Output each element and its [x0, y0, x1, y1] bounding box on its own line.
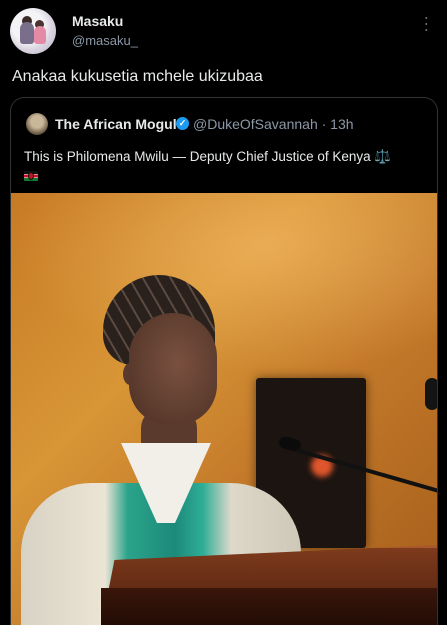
quoted-author-avatar[interactable]	[26, 113, 48, 135]
quoted-tweet[interactable]: The African Mogul ✓ @DukeOfSavannah · 13…	[10, 97, 438, 625]
photo-background	[11, 193, 437, 373]
author-name[interactable]: Masaku	[72, 13, 123, 29]
attached-photo[interactable]	[11, 193, 437, 625]
avatar-figure	[20, 22, 34, 44]
photo-microphone	[425, 378, 437, 410]
quoted-tweet-text: This is Philomena Mwilu — Deputy Chief J…	[24, 147, 429, 181]
kenya-flag-icon	[24, 171, 38, 181]
tweet[interactable]: Masaku @masaku_ ··· Anakaa kukusetia mch…	[0, 0, 447, 625]
avatar-figure	[34, 26, 46, 44]
author-handle[interactable]: @masaku_	[72, 33, 138, 48]
quoted-author-name[interactable]: The African Mogul	[55, 116, 177, 132]
verified-badge-icon: ✓	[176, 117, 189, 130]
more-options-icon[interactable]: ···	[419, 16, 436, 34]
quoted-author-handle-time[interactable]: @DukeOfSavannah · 13h	[193, 116, 354, 132]
quoted-text-body: This is Philomena Mwilu — Deputy Chief J…	[24, 149, 371, 164]
photo-person-face	[129, 313, 217, 425]
photo-podium-front	[101, 588, 437, 625]
scales-emoji: ⚖️	[374, 149, 392, 164]
tweet-text: Anakaa kukusetia mchele ukizubaa	[12, 68, 263, 85]
author-avatar[interactable]	[10, 8, 56, 54]
